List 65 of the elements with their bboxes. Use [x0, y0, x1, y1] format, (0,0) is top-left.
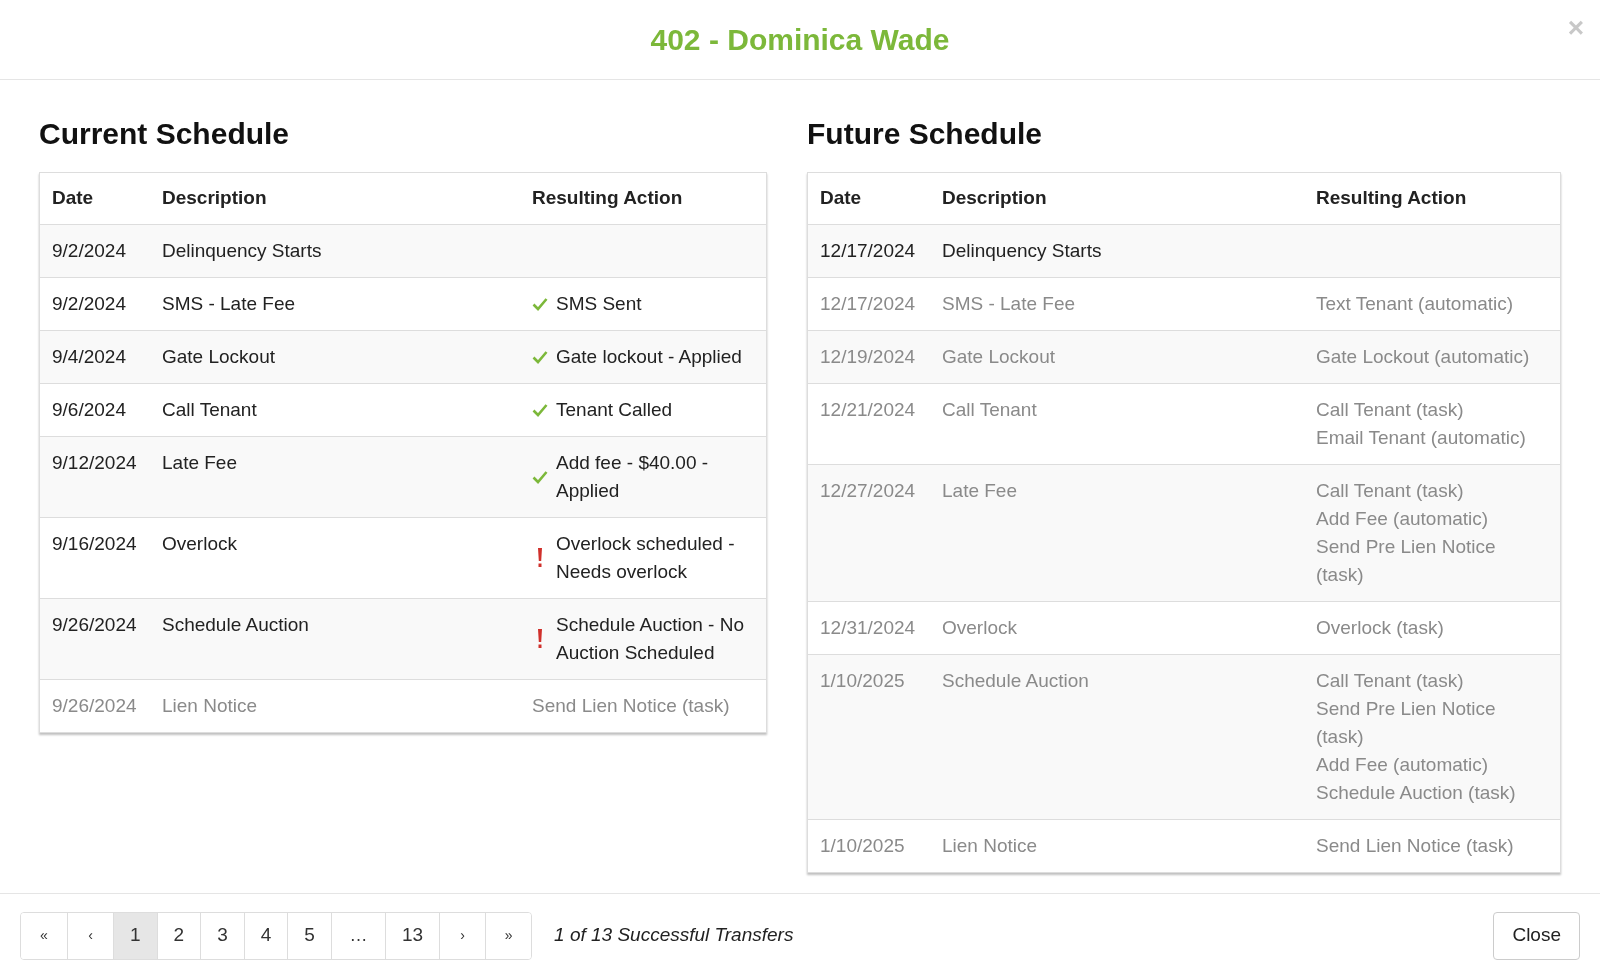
table-cell-text: Schedule Auction — [162, 613, 310, 637]
table-cell-text: 12/21/2024 — [820, 398, 917, 422]
action-text: Send Pre Lien Notice (task) — [1316, 697, 1497, 749]
column-header: Description — [942, 186, 1048, 211]
column-header: Resulting Action — [532, 186, 684, 211]
table-cell-text: 9/2/2024 — [52, 239, 127, 263]
action-text: Schedule Auction - No Auction Scheduled — [556, 613, 745, 665]
pagination-summary: 1 of 13 Successful Transfers — [554, 923, 794, 948]
action-text: Send Lien Notice (task) — [532, 694, 730, 718]
action-text: Call Tenant (task) — [1316, 669, 1465, 693]
table-cell-text: 9/16/2024 — [52, 532, 138, 556]
dialog-title: 402 - Dominica Wade — [650, 22, 950, 58]
action-text: Send Pre Lien Notice (task) — [1316, 535, 1497, 587]
page-button[interactable]: 1 — [113, 912, 157, 959]
section-heading: Future Schedule — [807, 116, 1044, 152]
table-cell-text: Delinquency Starts — [162, 239, 323, 263]
table-cell-text: Lien Notice — [942, 834, 1039, 858]
table-cell-text: Late Fee — [162, 451, 238, 475]
table-cell-text: 9/26/2024 — [52, 613, 138, 637]
table-cell-text: Lien Notice — [162, 694, 259, 718]
table-cell-text: SMS - Late Fee — [942, 292, 1077, 316]
table-cell-text: 1/10/2025 — [820, 834, 906, 858]
table-cell-text: 12/27/2024 — [820, 479, 917, 503]
action-text: Add Fee (automatic) — [1316, 507, 1490, 531]
table-cell-text: Delinquency Starts — [942, 239, 1103, 263]
table-cell-text: 12/19/2024 — [820, 345, 917, 369]
table-cell-text: Late Fee — [942, 479, 1018, 503]
action-text: Send Lien Notice (task) — [1316, 834, 1514, 858]
action-text: Call Tenant (task) — [1316, 479, 1465, 503]
column-header: Description — [162, 186, 268, 211]
table-cell-text: Call Tenant — [162, 398, 258, 422]
action-text: Gate Lockout (automatic) — [1316, 345, 1530, 369]
close-button[interactable]: Close — [1493, 911, 1580, 960]
table-cell-text: 9/12/2024 — [52, 451, 138, 475]
table-cell-text: 9/4/2024 — [52, 345, 127, 369]
table-cell-text: SMS - Late Fee — [162, 292, 297, 316]
action-text: Schedule Auction (task) — [1316, 781, 1517, 805]
table-cell-text: Gate Lockout — [162, 345, 277, 369]
section-heading: Current Schedule — [39, 116, 291, 152]
table-cell-text: 12/17/2024 — [820, 292, 917, 316]
table-cell-text: 12/31/2024 — [820, 616, 917, 640]
action-text: Add fee - $40.00 - Applied — [556, 451, 710, 503]
table-cell-text: 9/6/2024 — [52, 398, 127, 422]
column-header: Date — [52, 186, 95, 211]
action-text: Add Fee (automatic) — [1316, 753, 1490, 777]
column-header: Date — [820, 186, 863, 211]
table-cell-text: 1/10/2025 — [820, 669, 906, 693]
table-cell-text: 9/2/2024 — [52, 292, 127, 316]
table-cell-text: Overlock — [942, 616, 1018, 640]
table-cell-text: 9/26/2024 — [52, 694, 138, 718]
action-text: Gate lockout - Applied — [556, 345, 742, 369]
table-cell-text: Gate Lockout — [942, 345, 1057, 369]
last-page-button[interactable]: » — [485, 912, 532, 959]
action-text: Overlock scheduled - Needs overlock — [556, 532, 736, 584]
action-text: Call Tenant (task) — [1316, 398, 1465, 422]
action-text: Email Tenant (automatic) — [1316, 426, 1526, 450]
action-text: SMS Sent — [556, 292, 642, 316]
table-cell-text: Call Tenant — [942, 398, 1038, 422]
action-text: Tenant Called — [556, 398, 673, 422]
table-cell-text: Schedule Auction — [942, 669, 1090, 693]
table-cell-text: 12/17/2024 — [820, 239, 917, 263]
column-header: Resulting Action — [1316, 186, 1468, 211]
action-text: Text Tenant (automatic) — [1316, 292, 1514, 316]
table-cell-text: Overlock — [162, 532, 238, 556]
action-text: Overlock (task) — [1316, 616, 1444, 640]
